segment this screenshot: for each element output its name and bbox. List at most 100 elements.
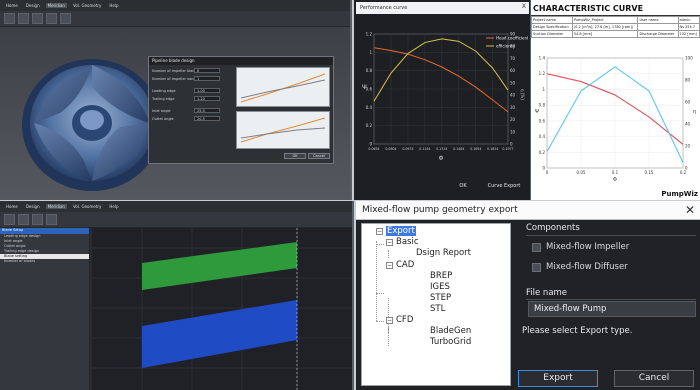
tree-node-label: Dsign Report: [416, 248, 471, 258]
collapse-icon[interactable]: −: [386, 316, 393, 324]
tree-leaf-design-report[interactable]: Dsign Report: [416, 248, 471, 258]
x-tick-label: 0.1977: [502, 147, 513, 151]
collapse-icon[interactable]: −: [376, 227, 383, 235]
inlet-angle-input[interactable]: 25.0: [194, 108, 220, 113]
x-axis-label: Φ: [439, 155, 444, 162]
tree-leaf-stl[interactable]: STL: [430, 304, 445, 314]
diffuser-checkbox-row[interactable]: Mixed-flow Diffuser: [532, 262, 628, 272]
vane-count-input[interactable]: 1: [194, 76, 220, 81]
menu-bar: Home Design Meridian Vol. Geometry Help: [0, 201, 352, 212]
menu-item-meridian[interactable]: Meridian: [45, 204, 67, 209]
y-tick-label: 0.8: [366, 68, 373, 73]
tree-node-basic[interactable]: − Basic: [386, 237, 419, 247]
spec-table: Project name PumpWiz_Project User name a…: [531, 16, 700, 38]
ribbon-toolbar: [0, 212, 352, 228]
window-titlebar: Performance curve: [356, 2, 529, 14]
blade-count-input[interactable]: 8: [194, 68, 220, 73]
x-tick-label: 0.0634: [368, 147, 379, 151]
menu-item-design[interactable]: Design: [24, 3, 42, 8]
new-icon[interactable]: [4, 214, 15, 225]
cancel-button[interactable]: Cancel: [308, 153, 330, 159]
table-cell: (0.2 [m³/s], 27.6 [m], 1780 [rpm]): [571, 23, 639, 31]
y-tick-label: 0.4: [366, 105, 373, 110]
impeller-checkbox-row[interactable]: Mixed-flow Impeller: [532, 242, 629, 252]
outlet-angle-input[interactable]: 20.5: [194, 116, 220, 121]
tree-item[interactable]: Number of blades: [0, 259, 89, 264]
menu-item-vol-geometry[interactable]: Vol. Geometry: [71, 3, 103, 8]
y-tick-label: 0.4: [539, 134, 546, 139]
tree-leaf-brep[interactable]: BREP: [430, 271, 452, 281]
y-tick-label: 0.8: [539, 103, 546, 108]
legend-label: efficiency: [496, 44, 516, 49]
tree-leaf-iges[interactable]: IGES: [430, 282, 450, 292]
table-cell: Design Specification: [531, 23, 573, 31]
menu-item-help[interactable]: Help: [107, 3, 120, 8]
close-icon[interactable]: X: [522, 3, 526, 10]
series-line-0: [373, 47, 509, 113]
new-icon[interactable]: [4, 13, 15, 24]
menu-item-home[interactable]: Home: [4, 3, 20, 8]
y-tick-label: 0.6: [539, 118, 546, 123]
table-cell: 54.8 [mm]: [571, 30, 639, 38]
y-tick-label: 0.2: [539, 150, 546, 155]
menu-item-design[interactable]: Design: [24, 204, 42, 209]
y-tick-label: 1.2: [539, 71, 546, 76]
ok-button[interactable]: OK: [284, 153, 306, 159]
performance-chart: 0.0634 0.0804 0.0974 0.1144 0.1314 0.1484 0.16…: [362, 32, 528, 163]
menu-bar: Home Design Meridian Vol. Geometry Help: [0, 0, 350, 11]
table-cell: Suction Diameter: [531, 30, 573, 38]
y2-axis-label: η: [693, 109, 696, 115]
blade-design-dialog: Pipeline blade design Number of impeller…: [148, 56, 334, 164]
save-icon[interactable]: [32, 13, 43, 24]
tree-node-export[interactable]: − Export: [376, 226, 416, 236]
y2-tick-label: 20: [685, 144, 691, 149]
x-tick-label: 0.15: [645, 170, 654, 175]
cancel-button[interactable]: Cancel: [614, 370, 694, 387]
tree-node-cad[interactable]: − CAD: [386, 260, 414, 270]
tree-leaf-step[interactable]: STEP: [430, 293, 451, 303]
zoom-icon[interactable]: [60, 13, 71, 24]
collapse-icon[interactable]: −: [386, 238, 393, 246]
menu-item-home[interactable]: Home: [4, 204, 20, 209]
table-cell: admin: [677, 16, 700, 24]
table-cell: Project name: [531, 16, 573, 24]
ribbon-toolbar: [0, 11, 350, 27]
file-name-input[interactable]: Mixed-flow Pump: [528, 301, 696, 317]
open-icon[interactable]: [18, 214, 29, 225]
blade-setup-window: Home Design Meridian Vol. Geometry Help …: [0, 201, 354, 390]
impeller-checkbox[interactable]: [532, 242, 541, 252]
dialog-titlebar: Mixed-flow pump geometry export ✕: [356, 201, 700, 220]
trailing-edge-input[interactable]: 1.20: [194, 96, 220, 101]
menu-item-help[interactable]: Help: [107, 204, 120, 209]
checkbox-label: Mixed-flow Diffuser: [546, 262, 628, 272]
close-icon[interactable]: ✕: [685, 203, 695, 217]
menu-item-meridian[interactable]: Meridian: [45, 3, 67, 8]
export-button[interactable]: Export: [518, 370, 598, 387]
tree-connector: [376, 293, 384, 294]
leading-edge-input[interactable]: 1.00: [194, 88, 220, 93]
y-axis-label: Ψ: [362, 84, 367, 91]
curve-export-button[interactable]: Curve Export: [482, 180, 526, 192]
diffuser-checkbox[interactable]: [532, 262, 541, 272]
row-label: Number of impeller vanes: [152, 77, 198, 81]
y-tick-label: 1: [542, 87, 545, 92]
tree-node-cfd[interactable]: − CFD: [386, 315, 413, 325]
export-options-panel: Components Mixed-flow Impeller Mixed-flo…: [516, 220, 700, 390]
open-icon[interactable]: [18, 13, 29, 24]
rotate-icon[interactable]: [46, 214, 57, 225]
collapse-icon[interactable]: −: [386, 261, 393, 269]
dialog-title: Mixed-flow pump geometry export: [362, 205, 518, 215]
blade-passage-view[interactable]: [92, 228, 352, 390]
y2-axis-label: η [%]: [520, 89, 525, 100]
table-row: Suction Diameter 54.8 [mm] Discharge Dia…: [531, 30, 700, 38]
rotate-icon[interactable]: [46, 13, 57, 24]
ok-button[interactable]: OK: [450, 180, 476, 192]
save-icon[interactable]: [32, 214, 43, 225]
x-tick-label: 0: [546, 170, 549, 175]
x-tick-label: 0.2: [680, 170, 687, 175]
tree-leaf-bladegen[interactable]: BladeGen: [430, 326, 471, 336]
menu-item-vol-geometry[interactable]: Vol. Geometry: [71, 204, 103, 209]
x-tick-label: 0.1: [612, 170, 619, 175]
tree-leaf-turbogrid[interactable]: TurboGrid: [430, 337, 471, 347]
y2-tick-label: 20: [510, 117, 516, 122]
